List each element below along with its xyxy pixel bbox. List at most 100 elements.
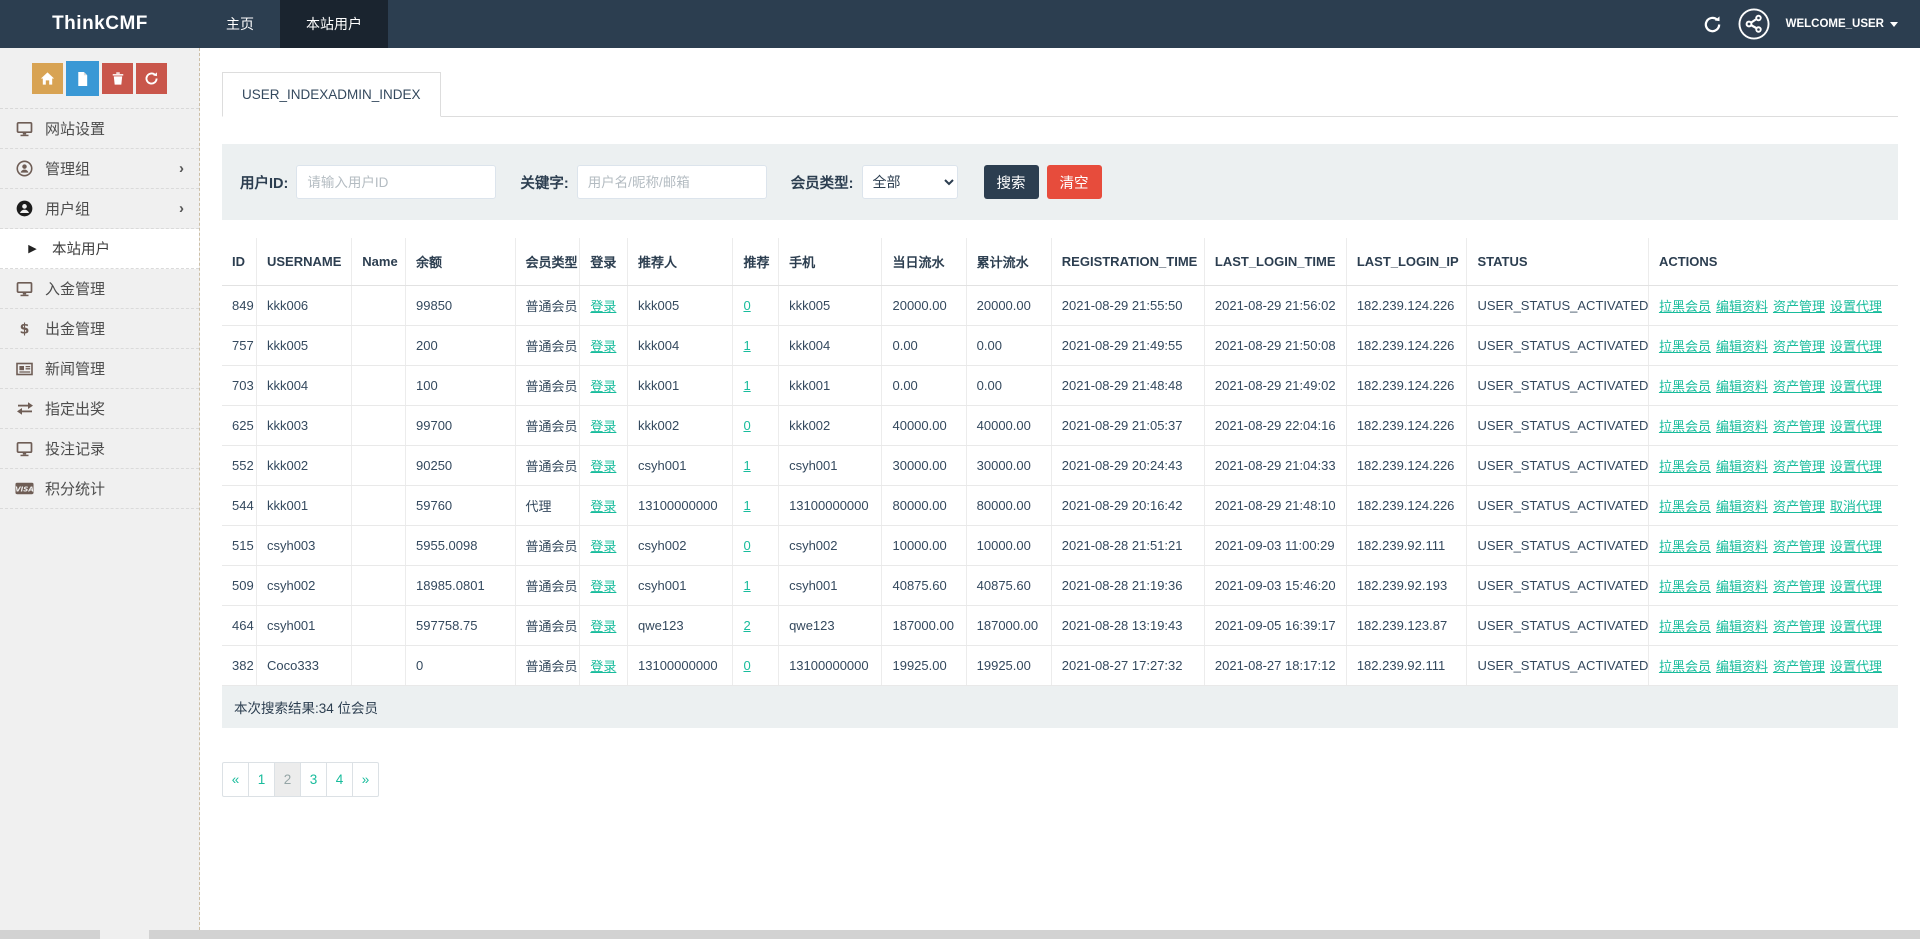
action-link-2[interactable]: 资产管理 xyxy=(1773,579,1825,594)
action-link-1[interactable]: 编辑资料 xyxy=(1716,299,1768,314)
tab-user-index[interactable]: USER_INDEXADMIN_INDEX xyxy=(222,72,441,117)
action-link-2[interactable]: 资产管理 xyxy=(1773,619,1825,634)
referral-count-link[interactable]: 0 xyxy=(743,658,750,673)
horizontal-scrollbar[interactable] xyxy=(0,930,1920,939)
search-button[interactable]: 搜索 xyxy=(984,165,1039,199)
action-link-0[interactable]: 拉黑会员 xyxy=(1659,379,1711,394)
action-link-0[interactable]: 拉黑会员 xyxy=(1659,579,1711,594)
cell-last_login_time: 2021-09-03 11:00:29 xyxy=(1204,526,1346,566)
action-link-3[interactable]: 设置代理 xyxy=(1830,659,1882,674)
cell-registration_time: 2021-08-29 21:55:50 xyxy=(1051,286,1204,326)
user-id-input[interactable] xyxy=(296,165,496,199)
page-button-1[interactable]: 1 xyxy=(248,762,275,797)
sidebar-item-withdrawal[interactable]: $出金管理 xyxy=(0,309,199,349)
action-link-3[interactable]: 设置代理 xyxy=(1830,379,1882,394)
sidebar-item-deposit[interactable]: 入金管理 xyxy=(0,269,199,309)
sidebar-item-news[interactable]: 新闻管理 xyxy=(0,349,199,389)
action-link-1[interactable]: 编辑资料 xyxy=(1716,579,1768,594)
action-link-3[interactable]: 设置代理 xyxy=(1830,419,1882,434)
referral-count-link[interactable]: 1 xyxy=(743,378,750,393)
app-brand[interactable]: ThinkCMF xyxy=(0,0,200,48)
user-avatar[interactable] xyxy=(1738,8,1770,40)
action-link-3[interactable]: 设置代理 xyxy=(1830,339,1882,354)
action-link-2[interactable]: 资产管理 xyxy=(1773,459,1825,474)
action-link-3[interactable]: 设置代理 xyxy=(1830,539,1882,554)
login-link[interactable]: 登录 xyxy=(590,379,616,394)
action-link-0[interactable]: 拉黑会员 xyxy=(1659,419,1711,434)
action-link-2[interactable]: 资产管理 xyxy=(1773,419,1825,434)
action-link-1[interactable]: 编辑资料 xyxy=(1716,419,1768,434)
member-type-select[interactable]: 全部 xyxy=(862,165,958,199)
action-link-1[interactable]: 编辑资料 xyxy=(1716,459,1768,474)
action-link-2[interactable]: 资产管理 xyxy=(1773,499,1825,514)
horizontal-scrollbar-thumb[interactable] xyxy=(100,930,149,939)
login-link[interactable]: 登录 xyxy=(590,659,616,674)
page-button-2[interactable]: 2 xyxy=(274,762,301,797)
action-link-3[interactable]: 设置代理 xyxy=(1830,459,1882,474)
login-link[interactable]: 登录 xyxy=(590,459,616,474)
page-button-4[interactable]: 4 xyxy=(326,762,353,797)
sidebar-item-site-users[interactable]: ▶本站用户 xyxy=(0,229,199,269)
sidebar-item-user-group[interactable]: 用户组› xyxy=(0,189,199,229)
quick-button-trash[interactable] xyxy=(102,63,133,94)
referral-count-link[interactable]: 1 xyxy=(743,338,750,353)
action-link-0[interactable]: 拉黑会员 xyxy=(1659,459,1711,474)
navbar-tab-0[interactable]: 主页 xyxy=(200,0,280,48)
sidebar-item-points-stats[interactable]: VISA积分统计 xyxy=(0,469,199,509)
quick-button-home[interactable] xyxy=(32,63,63,94)
sidebar-item-admin-group[interactable]: 管理组› xyxy=(0,149,199,189)
action-link-1[interactable]: 编辑资料 xyxy=(1716,619,1768,634)
action-link-1[interactable]: 编辑资料 xyxy=(1716,379,1768,394)
action-link-1[interactable]: 编辑资料 xyxy=(1716,339,1768,354)
welcome-user-dropdown[interactable]: WELCOME_USER xyxy=(1786,18,1898,30)
page-button-prev[interactable]: « xyxy=(222,762,249,797)
referral-count-link[interactable]: 1 xyxy=(743,458,750,473)
action-link-3[interactable]: 设置代理 xyxy=(1830,299,1882,314)
cell-referral_count: 1 xyxy=(733,326,779,366)
sidebar-item-assign-prize[interactable]: 指定出奖 xyxy=(0,389,199,429)
referral-count-link[interactable]: 1 xyxy=(743,578,750,593)
action-link-0[interactable]: 拉黑会员 xyxy=(1659,659,1711,674)
referral-count-link[interactable]: 0 xyxy=(743,418,750,433)
action-link-2[interactable]: 资产管理 xyxy=(1773,299,1825,314)
login-link[interactable]: 登录 xyxy=(590,419,616,434)
action-link-1[interactable]: 编辑资料 xyxy=(1716,499,1768,514)
cell-referrer: csyh002 xyxy=(628,526,733,566)
action-link-0[interactable]: 拉黑会员 xyxy=(1659,539,1711,554)
action-link-0[interactable]: 拉黑会员 xyxy=(1659,339,1711,354)
action-link-1[interactable]: 编辑资料 xyxy=(1716,539,1768,554)
action-link-3[interactable]: 设置代理 xyxy=(1830,579,1882,594)
page-button-next[interactable]: » xyxy=(352,762,379,797)
sidebar-item-bet-records[interactable]: 投注记录 xyxy=(0,429,199,469)
action-link-0[interactable]: 拉黑会员 xyxy=(1659,499,1711,514)
login-link[interactable]: 登录 xyxy=(590,299,616,314)
login-link[interactable]: 登录 xyxy=(590,579,616,594)
referral-count-link[interactable]: 0 xyxy=(743,298,750,313)
page-button-3[interactable]: 3 xyxy=(300,762,327,797)
cell-username: csyh002 xyxy=(256,566,351,606)
quick-button-file[interactable] xyxy=(66,61,99,96)
navbar-tab-1[interactable]: 本站用户 xyxy=(280,0,388,48)
clear-button[interactable]: 清空 xyxy=(1047,165,1102,199)
login-link[interactable]: 登录 xyxy=(590,619,616,634)
referral-count-link[interactable]: 1 xyxy=(743,498,750,513)
login-link[interactable]: 登录 xyxy=(590,539,616,554)
login-link[interactable]: 登录 xyxy=(590,339,616,354)
login-link[interactable]: 登录 xyxy=(590,499,616,514)
action-link-3[interactable]: 取消代理 xyxy=(1830,499,1882,514)
action-link-3[interactable]: 设置代理 xyxy=(1830,619,1882,634)
action-link-0[interactable]: 拉黑会员 xyxy=(1659,299,1711,314)
action-link-2[interactable]: 资产管理 xyxy=(1773,659,1825,674)
action-link-0[interactable]: 拉黑会员 xyxy=(1659,619,1711,634)
action-link-2[interactable]: 资产管理 xyxy=(1773,339,1825,354)
referral-count-link[interactable]: 2 xyxy=(743,618,750,633)
action-link-2[interactable]: 资产管理 xyxy=(1773,539,1825,554)
users-table-header-row: IDUSERNAMEName余额会员类型登录推荐人推荐手机当日流水累计流水REG… xyxy=(222,238,1898,286)
referral-count-link[interactable]: 0 xyxy=(743,538,750,553)
refresh-icon[interactable] xyxy=(1703,15,1722,34)
quick-button-refresh[interactable] xyxy=(136,63,167,94)
action-link-1[interactable]: 编辑资料 xyxy=(1716,659,1768,674)
sidebar-item-site-settings[interactable]: 网站设置 xyxy=(0,109,199,149)
keyword-input[interactable] xyxy=(577,165,767,199)
action-link-2[interactable]: 资产管理 xyxy=(1773,379,1825,394)
